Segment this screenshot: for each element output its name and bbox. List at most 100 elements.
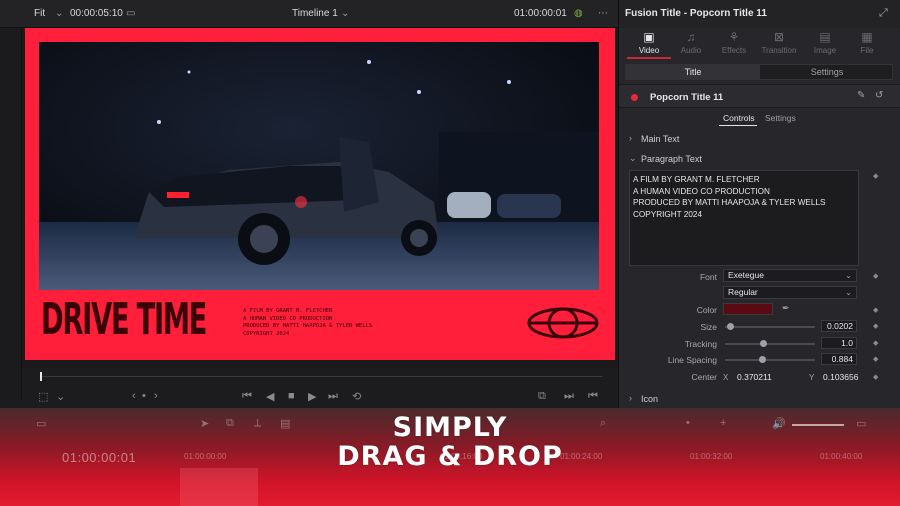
transition-icon: ⊠ [773, 30, 785, 44]
record-timecode: 01:00:00:01 [514, 8, 567, 19]
playhead[interactable] [40, 372, 42, 381]
subtab-controls[interactable]: Controls [723, 113, 755, 123]
expand-icon[interactable]: ⤢ [879, 7, 888, 20]
center-y-value[interactable]: 0.103656 [823, 372, 858, 382]
play-icon[interactable]: ▶ [308, 390, 316, 403]
segment-settings[interactable]: Settings [760, 65, 894, 79]
tracking-label: Tracking [684, 339, 717, 349]
paragraph-text-field[interactable]: A FILM BY GRANT M. FLETCHER A HUMAN VIDE… [629, 170, 859, 266]
match-frame-icon[interactable]: ⧉ [538, 390, 546, 403]
prev-clip-icon[interactable]: ⏮ [588, 390, 598, 403]
loop-icon[interactable]: ⟲ [352, 390, 361, 403]
stop-icon[interactable]: ■ [288, 390, 295, 402]
inspector-panel: Fusion Title - Popcorn Title 11 ⤢ ▣ Vide… [618, 0, 900, 408]
viewer[interactable]: DRIVE TIME A FILM BY GRANT M. FLETCHER A… [22, 28, 618, 368]
center-label: Center [691, 372, 717, 382]
go-to-start-icon[interactable]: ⏮ [242, 390, 252, 403]
eyedropper-icon[interactable]: ✒ [782, 303, 790, 314]
promo-overlay: SIMPLY DRAG & DROP [0, 414, 900, 472]
paragraph-line: A HUMAN VIDEO CO PRODUCTION [633, 186, 770, 196]
inspector-title: Fusion Title - Popcorn Title 11 [625, 8, 767, 19]
tab-file[interactable]: ▦ File [845, 30, 889, 55]
tab-transition[interactable]: ⊠ Transition [757, 30, 801, 55]
size-slider[interactable] [725, 323, 815, 330]
keyframe-diamond-icon[interactable]: ◆ [873, 373, 878, 381]
section-icon[interactable]: › Icon [619, 390, 900, 408]
center-x-label: X [723, 373, 729, 382]
tab-image[interactable]: ▤ Image [803, 30, 847, 55]
source-timecode: 00:00:05:10 [70, 8, 123, 19]
size-label: Size [700, 322, 717, 332]
keyframe-diamond-icon[interactable]: ◆ [873, 172, 878, 180]
timeline-chevron-icon[interactable]: ⌄ [341, 8, 349, 19]
line-spacing-slider-knob[interactable] [758, 356, 766, 363]
timeline-name[interactable]: Timeline 1 [292, 8, 338, 19]
media-pool-gutter [0, 28, 22, 400]
more-options-icon[interactable]: ⋯ [598, 8, 608, 19]
reset-icon[interactable]: ↺ [875, 90, 883, 101]
tab-effects-label: Effects [721, 46, 747, 55]
keyframe-diamond-icon[interactable]: ◆ [873, 339, 878, 347]
inspector-tabs: ▣ Video ♫ Audio ⚘ Effects ⊠ Transition ▤… [619, 28, 900, 60]
next-clip-icon[interactable]: ⏭ [564, 390, 574, 403]
scrubber-track[interactable] [40, 376, 602, 377]
chevron-down-icon[interactable]: ⌄ [629, 153, 637, 164]
play-reverse-icon[interactable]: ◀ [266, 390, 274, 403]
chevron-right-icon[interactable]: › [629, 393, 632, 403]
music-icon: ♫ [686, 30, 696, 44]
color-swatch[interactable] [723, 303, 773, 315]
font-dropdown[interactable]: Exetegue ⌄ [723, 269, 857, 282]
size-value[interactable]: 0.0202 [821, 320, 857, 332]
zoom-chevron-icon[interactable]: ⌄ [55, 8, 63, 19]
keyframe-diamond-icon[interactable]: ◆ [873, 272, 878, 280]
overlay-line-2: DRAG & DROP [337, 441, 563, 472]
go-to-end-icon[interactable]: ⏭ [328, 390, 338, 403]
tab-audio[interactable]: ♫ Audio [669, 30, 713, 55]
center-x-value[interactable]: 0.370211 [737, 372, 772, 382]
color-wheel-icon[interactable]: ◍ [574, 8, 583, 19]
center-y-label: Y [809, 373, 815, 382]
line-spacing-slider[interactable] [725, 356, 815, 363]
jog-right-icon[interactable]: › [154, 390, 158, 402]
zoom-dropdown[interactable]: Fit [34, 8, 45, 19]
timeline-clip[interactable] [180, 468, 258, 506]
segment-title[interactable]: Title [626, 65, 760, 79]
keyframe-diamond-icon[interactable]: ◆ [873, 306, 878, 314]
tracking-value[interactable]: 1.0 [821, 337, 857, 349]
frame-credits: A FILM BY GRANT M. FLETCHER A HUMAN VIDE… [243, 308, 372, 338]
node-header[interactable]: Popcorn Title 11 ✎ ↺ [619, 84, 900, 108]
tracking-slider[interactable] [725, 340, 815, 347]
file-icon: ▦ [861, 30, 873, 44]
font-label: Font [699, 272, 717, 282]
keyframe-diamond-icon[interactable]: ◆ [873, 322, 878, 330]
size-slider-knob[interactable] [726, 323, 734, 330]
section-main-text[interactable]: › Main Text [619, 130, 900, 148]
subtab-settings[interactable]: Settings [765, 113, 796, 123]
node-enable-icon[interactable] [631, 94, 638, 101]
tab-video-label: Video [638, 46, 660, 55]
node-name: Popcorn Title 11 [650, 92, 724, 103]
car-night-scene-image [39, 42, 599, 290]
paragraph-line: PRODUCED BY MATTI HAAPOJA & TYLER WELLS [633, 198, 826, 207]
jog-dot-icon[interactable]: • [142, 390, 146, 402]
viewer-scrubber[interactable] [22, 368, 618, 386]
crop-icon[interactable]: ⬚ [38, 390, 48, 403]
section-icon-label: Icon [641, 394, 659, 404]
line-spacing-label: Line Spacing [667, 355, 717, 365]
tab-video[interactable]: ▣ Video [627, 30, 671, 55]
layout-icon[interactable]: ▭ [126, 8, 135, 19]
chevron-right-icon[interactable]: › [629, 133, 632, 143]
frame-credit-line: COPYRIGHT 2024 [243, 330, 290, 337]
keyframe-diamond-icon[interactable]: ◆ [873, 355, 878, 363]
font-style-dropdown[interactable]: Regular ⌄ [723, 286, 857, 299]
crop-chevron-icon[interactable]: ⌄ [56, 390, 65, 403]
section-paragraph-text[interactable]: ⌄ Paragraph Text [619, 150, 900, 168]
magic-wand-icon[interactable]: ✎ [857, 90, 865, 101]
jog-left-icon[interactable]: ‹ [132, 390, 136, 402]
tab-audio-label: Audio [680, 46, 702, 55]
tracking-slider-knob[interactable] [759, 340, 767, 347]
overlay-line-1: SIMPLY [392, 412, 508, 443]
tab-transition-label: Transition [761, 46, 797, 55]
tab-effects[interactable]: ⚘ Effects [712, 30, 756, 55]
line-spacing-value[interactable]: 0.884 [821, 353, 857, 365]
